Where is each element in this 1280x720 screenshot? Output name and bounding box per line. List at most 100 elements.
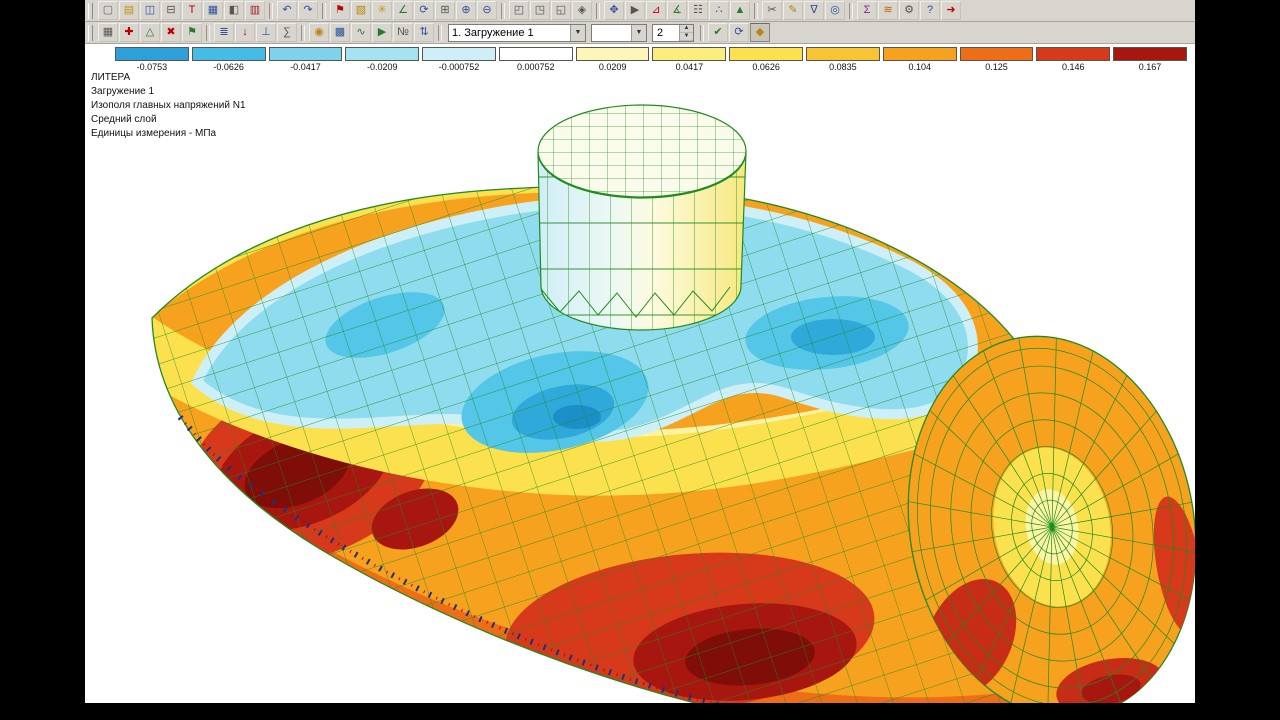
drawing-canvas[interactable]: -0.0753-0.0626-0.0417-0.0209-0.0007520.0… [85,44,1195,703]
info-line-units: Единицы измерения - МПа [91,127,246,141]
loads-button[interactable]: ↓ [235,23,255,42]
combinations-button[interactable]: ∑ [277,23,297,42]
add-node-button[interactable]: ✚ [119,23,139,42]
deformed-scheme-button[interactable]: ∿ [351,23,371,42]
supports-button[interactable]: ⊥ [256,23,276,42]
legend-entry: -0.0417 [269,47,343,72]
rotate-view-button[interactable]: ⟳ [414,1,434,20]
view-iso-button[interactable]: ◈ [572,1,592,20]
help-icon: ? [927,5,933,16]
mode-combo[interactable]: ▼ [591,24,647,42]
elements-button[interactable]: ▲ [730,1,750,20]
delete-button[interactable]: ✖ [161,23,181,42]
info-line-title: ЛИТЕРА [91,71,246,85]
save-button[interactable]: ◫ [140,1,160,20]
delete-icon: ✖ [166,27,175,38]
grid-button[interactable]: ☷ [688,1,708,20]
toolbar-main: ▢ ▤◫⊟T▦◧▥ ↶ ↷ ⚑▧✳∠⟳⊞ ⊕ ⊖ ◰◳◱◈ ✥ ▶⊿ ∡ ☷∴▲ ✂ ✎ ∇ ◎ Σ ≋ ⚙? ➜ [85,0,1195,22]
tables-button[interactable]: ▦ [203,1,223,20]
fit-view-button[interactable]: ⊞ [435,1,455,20]
animation-icon: ▶ [378,27,386,38]
flag-button[interactable]: ⚑ [330,1,350,20]
legend-value: -0.0417 [269,62,343,72]
nv-display-button[interactable]: ◆ [750,23,770,42]
refresh-button[interactable]: ⟳ [729,23,749,42]
chevron-down-icon[interactable]: ▼ [631,25,646,41]
combinations-icon: ∑ [283,27,291,38]
spinner-down-icon[interactable]: ▼ [680,33,693,41]
flag-show-button[interactable]: ⚑ [182,23,202,42]
isofields-button[interactable]: ◉ [309,23,329,42]
scale-spinner[interactable]: 2▲▼ [652,24,694,42]
pan-button[interactable]: ✥ [604,1,624,20]
lamp-button[interactable]: ✳ [372,1,392,20]
print-button[interactable]: ⊟ [161,1,181,20]
new-file-button[interactable]: ▢ [98,1,118,20]
palette-button[interactable]: ▧ [351,1,371,20]
apply-icon: ✔ [713,27,722,38]
settings-button[interactable]: ⚙ [899,1,919,20]
loadcase-combo[interactable]: 1. Загружение 1▼ [448,24,586,42]
mosaic-button[interactable]: ▩ [330,23,350,42]
legend-swatch [576,47,650,61]
zoom-out-button[interactable]: ⊖ [477,1,497,20]
toolbar-separator [700,25,704,41]
spinner-up-icon[interactable]: ▲ [680,25,693,33]
add-element-button[interactable]: △ [140,23,160,42]
legend-entry: 0.104 [883,47,957,72]
info-line-layer: Средний слой [91,113,246,127]
undo-button[interactable]: ↶ [277,1,297,20]
undo-icon: ↶ [282,5,291,16]
legend-entry: 0.146 [1036,47,1110,72]
legend-value: 0.000752 [499,62,573,72]
project-table-button[interactable]: ▦ [98,23,118,42]
report-book-button[interactable]: ▥ [245,1,265,20]
select-button[interactable]: ▶ [625,1,645,20]
toolbar-separator [269,3,273,19]
toolbar-grip[interactable] [88,3,93,19]
stiffness-button[interactable]: ≣ [214,23,234,42]
view-front-button[interactable]: ◰ [509,1,529,20]
measure-button[interactable]: ⊿ [646,1,666,20]
open-folder-button[interactable]: ▤ [119,1,139,20]
angle-button[interactable]: ∡ [667,1,687,20]
cut-button[interactable]: ✂ [762,1,782,20]
zoom-in-button[interactable]: ⊕ [456,1,476,20]
results-button[interactable]: ≋ [878,1,898,20]
animation-button[interactable]: ▶ [372,23,392,42]
export-text-button[interactable]: T [182,1,202,20]
apply-button[interactable]: ✔ [708,23,728,42]
calculate-button[interactable]: Σ [857,1,877,20]
legend-entry: -0.0626 [192,47,266,72]
copy-button[interactable]: ◧ [224,1,244,20]
pan-icon: ✥ [609,5,618,16]
toolbar-separator [322,3,326,19]
deformed-scheme-icon: ∿ [356,27,365,38]
toolbar-grip[interactable] [88,25,93,41]
view-top-button[interactable]: ◱ [551,1,571,20]
angle-icon: ∡ [672,5,682,16]
lira-application-window: ▢▤◫⊟T▦◧▥↶↷⚑▧✳∠⟳⊞⊕⊖◰◳◱◈✥▶⊿∡☷∴▲✂✎∇◎Σ≋⚙?➜ ▦… [85,0,1195,720]
legend-value: 0.0835 [806,62,880,72]
redo-button[interactable]: ↷ [298,1,318,20]
new-file-icon: ▢ [103,5,113,16]
min-max-button[interactable]: ⇅ [414,23,434,42]
filter-icon: ∇ [810,5,817,16]
nodes-button[interactable]: ∴ [709,1,729,20]
view-side-button[interactable]: ◳ [530,1,550,20]
show-values-button[interactable]: № [393,23,413,42]
add-node-icon: ✚ [124,27,133,38]
exit-button[interactable]: ➜ [941,1,961,20]
chevron-down-icon[interactable]: ▼ [570,25,585,41]
filter-button[interactable]: ∇ [804,1,824,20]
help-button[interactable]: ? [920,1,940,20]
legend-value: 0.0626 [729,62,803,72]
axes-button[interactable]: ∠ [393,1,413,20]
fea-model-view[interactable] [85,44,1195,703]
legend-entry: -0.0209 [345,47,419,72]
lens-button[interactable]: ◎ [825,1,845,20]
draw-button[interactable]: ✎ [783,1,803,20]
results-icon: ≋ [883,5,892,16]
zoom-in-icon: ⊕ [461,5,470,16]
draw-icon: ✎ [788,5,797,16]
